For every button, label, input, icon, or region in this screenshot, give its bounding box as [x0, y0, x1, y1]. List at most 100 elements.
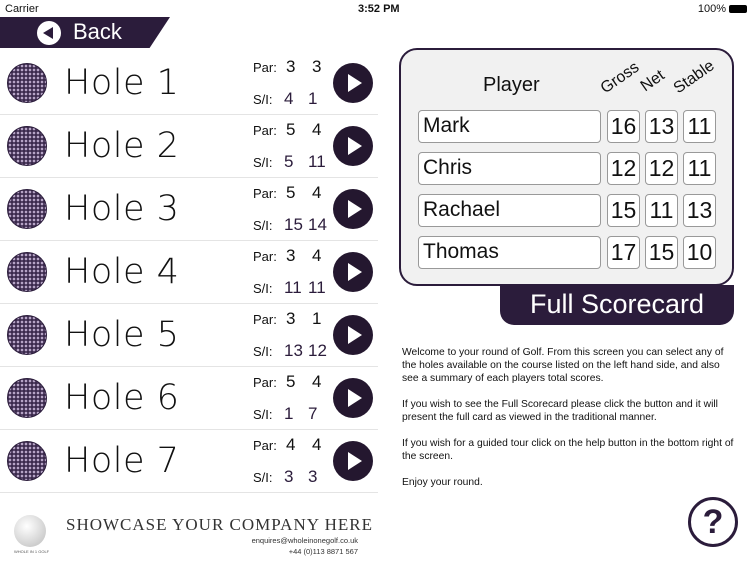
gross-score: 17: [607, 236, 640, 269]
carrier: Carrier: [5, 3, 39, 15]
stableford-score: 13: [683, 194, 716, 227]
si-label: S/I:: [253, 155, 273, 170]
par-value: 3: [286, 246, 296, 265]
hole-row[interactable]: Hole 1 Par: 3 3 S/I: 4 1: [0, 52, 378, 115]
play-hole-button[interactable]: [333, 378, 373, 418]
par-value: 3: [286, 57, 296, 76]
play-hole-button[interactable]: [333, 189, 373, 229]
net-score: 15: [645, 236, 678, 269]
gross-score: 15: [607, 194, 640, 227]
player-name-field[interactable]: Thomas: [418, 236, 601, 269]
si-label: S/I:: [253, 470, 273, 485]
si-value: 1: [284, 404, 294, 423]
play-hole-button[interactable]: [333, 252, 373, 292]
si-value: 13: [284, 341, 303, 360]
net-score: 13: [645, 110, 678, 143]
clock: 3:52 PM: [358, 3, 400, 15]
stableford-score: 11: [683, 110, 716, 143]
si-value: 11: [308, 278, 326, 297]
par-value: 1: [312, 309, 322, 328]
ad-email: enquires@wholeinonegolf.co.uk: [251, 536, 358, 545]
ad-title: SHOWCASE YOUR COMPANY HERE: [66, 515, 374, 534]
par-value: 4: [312, 246, 322, 265]
player-name-field[interactable]: Chris: [418, 152, 601, 185]
gross-score: 16: [607, 110, 640, 143]
si-value: 12: [308, 341, 327, 360]
par-label: Par:: [253, 186, 277, 201]
net-header: Net: [637, 66, 668, 96]
back-label: Back: [73, 19, 122, 44]
si-value: 5: [284, 152, 294, 171]
battery-level: 100%: [697, 3, 726, 15]
hole-name: Hole 4: [64, 252, 180, 292]
par-value: 5: [286, 120, 296, 139]
status-bar: Carrier 3:52 PM 100%: [0, 0, 750, 18]
sponsor-banner[interactable]: WHOLE IN 1 GOLF SHOWCASE YOUR COMPANY HE…: [0, 505, 380, 562]
golf-ball-logo: [14, 515, 46, 547]
player-name-field[interactable]: Rachael: [418, 194, 601, 227]
par-value: 4: [312, 120, 322, 139]
logo-text: WHOLE IN 1 GOLF: [14, 549, 50, 554]
golf-ball-icon: [7, 126, 47, 166]
stableford-score: 10: [683, 236, 716, 269]
si-label: S/I:: [253, 92, 273, 107]
golf-ball-icon: [7, 63, 47, 103]
back-button[interactable]: Back: [0, 17, 170, 48]
hole-name: Hole 3: [64, 189, 180, 229]
play-hole-button[interactable]: [333, 315, 373, 355]
hole-name: Hole 5: [64, 315, 180, 355]
si-value: 15: [284, 215, 303, 234]
intro-paragraph: Welcome to your round of Golf. From this…: [402, 347, 724, 384]
si-value: 11: [284, 278, 302, 297]
si-value: 7: [308, 404, 318, 423]
par-label: Par:: [253, 312, 277, 327]
si-value: 3: [308, 467, 318, 486]
net-score: 12: [645, 152, 678, 185]
back-arrow-icon: [37, 21, 61, 45]
hole-row[interactable]: Hole 5 Par: 3 1 S/I: 13 12: [0, 304, 378, 367]
par-value: 4: [312, 435, 322, 454]
help-button[interactable]: ?: [688, 497, 738, 547]
golf-ball-icon: [7, 441, 47, 481]
stable-header: Stable: [670, 57, 718, 98]
play-hole-button[interactable]: [333, 63, 373, 103]
si-value: 11: [308, 152, 326, 171]
si-label: S/I:: [253, 281, 273, 296]
intro-paragraph: If you wish to see the Full Scorecard pl…: [402, 399, 718, 423]
par-value: 5: [286, 372, 296, 391]
score-summary: Player Gross Net Stable Mark 16 13 11 Chr…: [399, 48, 734, 286]
hole-row[interactable]: Hole 6 Par: 5 4 S/I: 1 7: [0, 367, 378, 430]
hole-row[interactable]: Hole 3 Par: 5 4 S/I: 15 14: [0, 178, 378, 241]
ad-phone: +44 (0)113 8871 567: [288, 547, 358, 556]
par-label: Par:: [253, 375, 277, 390]
battery-icon: [729, 5, 747, 13]
par-value: 3: [286, 309, 296, 328]
full-scorecard-button[interactable]: Full Scorecard: [500, 285, 734, 325]
hole-row[interactable]: Hole 7 Par: 4 4 S/I: 3 3: [0, 430, 378, 493]
play-hole-button[interactable]: [333, 441, 373, 481]
gross-header: Gross: [597, 58, 643, 98]
par-value: 4: [286, 435, 296, 454]
net-score: 11: [645, 194, 678, 227]
golf-ball-icon: [7, 189, 47, 229]
si-value: 4: [284, 89, 294, 108]
par-label: Par:: [253, 438, 277, 453]
hole-name: Hole 6: [64, 378, 180, 418]
golf-ball-icon: [7, 315, 47, 355]
hole-row[interactable]: Hole 4 Par: 3 4 S/I: 11 11: [0, 241, 378, 304]
par-label: Par:: [253, 60, 277, 75]
si-label: S/I:: [253, 218, 273, 233]
player-header: Player: [483, 74, 540, 96]
si-label: S/I:: [253, 407, 273, 422]
si-value: 14: [308, 215, 327, 234]
hole-row[interactable]: Hole 2 Par: 5 4 S/I: 5 11: [0, 115, 378, 178]
si-value: 3: [284, 467, 294, 486]
par-label: Par:: [253, 123, 277, 138]
gross-score: 12: [607, 152, 640, 185]
play-hole-button[interactable]: [333, 126, 373, 166]
si-label: S/I:: [253, 344, 273, 359]
intro-paragraph: If you wish for a guided tour click on t…: [402, 438, 734, 462]
intro-text: Welcome to your round of Golf. From this…: [402, 346, 737, 502]
player-name-field[interactable]: Mark: [418, 110, 601, 143]
par-value: 5: [286, 183, 296, 202]
